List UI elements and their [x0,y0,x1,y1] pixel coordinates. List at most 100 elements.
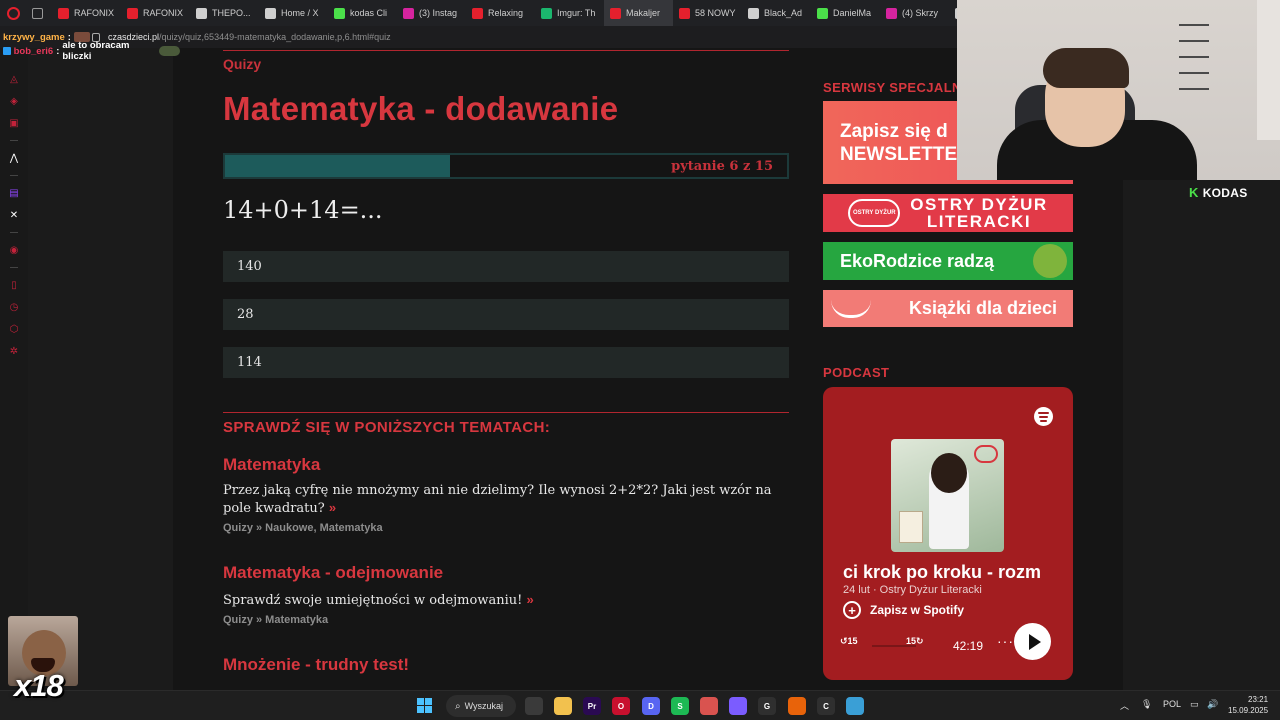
sidebar-divider [10,175,18,176]
read-more-arrow-icon[interactable]: » [329,500,336,515]
taskbar-app-explorer-icon[interactable] [554,697,572,715]
ostry-badge-text: OSTRY DYŻUR [852,210,896,216]
read-more-arrow-icon[interactable]: » [526,592,533,607]
chat-username: krzywy_game [3,31,65,43]
search-icon: ⌕ [455,700,461,712]
ekorodzice-banner[interactable]: EkoRodzice radzą [823,242,1073,280]
music-icon[interactable]: ▣ [9,118,19,129]
chat-emote-icon [159,46,180,56]
taskbar-app-discord-icon[interactable]: D [642,697,660,715]
bookmarks-icon[interactable]: ▯ [9,280,19,291]
cover-book [899,511,923,543]
network-icon[interactable]: ▭ [1190,699,1199,710]
taskbar-app-premiere-icon[interactable]: Pr [583,697,601,715]
tab-favicon-icon [196,7,207,19]
breadcrumb-quizy[interactable]: Quizy [223,56,261,72]
aria-icon[interactable]: ◬ [9,74,19,85]
ostry-banner-line: LITERACKI [926,212,1032,231]
browser-tab[interactable]: DanielMa [811,0,880,26]
spotify-logo-icon[interactable] [1034,407,1053,426]
browser-tab[interactable]: (4) Skrzy [880,0,949,26]
browser-tab[interactable]: Relaxing [466,0,535,26]
browser-tab[interactable]: kodas Cli [328,0,397,26]
taskbar-app-app-purple-icon[interactable] [729,697,747,715]
more-options-icon[interactable]: ··· [997,633,1014,649]
browser-tab[interactable]: Black_Ad [742,0,811,26]
microphone-icon[interactable]: 🎙 [1141,699,1152,710]
browser-tab[interactable]: Home / X [259,0,328,26]
channel-name: KODAS [1202,185,1248,200]
browser-tab[interactable]: Imgur: Th [535,0,604,26]
volume-icon[interactable]: 🔊 [1207,699,1218,710]
kick-icon[interactable]: ⋀ [9,153,19,164]
ostry-dyzur-banner[interactable]: OSTRY DYŻUR OSTRY DYŻUR LITERACKI [823,194,1073,232]
related-title-matematyka[interactable]: Matematyka [223,455,320,475]
settings-gear-icon[interactable]: ✲ [9,346,19,357]
newsletter-banner-line: Zapisz się d [840,120,948,142]
related-meta[interactable]: Quizy » Matematyka [223,614,328,626]
cover-person-hair [931,453,967,493]
extensions-icon[interactable]: ⬡ [9,324,19,335]
browser-tab[interactable]: 58 NOWY [673,0,742,26]
related-title-odejmowanie[interactable]: Matematyka - odejmowanie [223,563,443,583]
divider-related [223,412,789,413]
taskbar-app-opera-icon[interactable]: O [612,697,630,715]
browser-tab[interactable]: Makaljer [604,0,673,26]
taskbar-app-app-g-icon[interactable]: G [758,697,776,715]
tab-favicon-icon [265,7,276,19]
answer-text: 28 [237,307,254,322]
tab-label: Black_Ad [764,8,803,18]
podcast-cover-image[interactable] [891,439,1004,552]
quiz-progress-label: pytanie 6 z 15 [671,159,773,174]
player-icon[interactable]: ◉ [9,245,19,256]
browser-tab[interactable]: (3) Instag [397,0,466,26]
taskbar-app-app-blue-icon[interactable] [846,697,864,715]
language-indicator[interactable]: POL [1163,699,1181,709]
sidebar-divider [10,267,18,268]
shelf-slat [1179,88,1209,90]
episode-duration: 42:19 [953,639,984,653]
shelf-slat [1179,40,1209,42]
save-to-spotify-button[interactable]: + Zapisz w Spotify [843,601,964,619]
browser-tab[interactable]: RAFONIX [121,0,190,26]
taskbar-app-app-orange-icon[interactable] [788,697,806,715]
taskbar-search[interactable]: ⌕ Wyszukaj [446,695,516,717]
related-meta[interactable]: Quizy » Naukowe, Matematyka [223,522,383,534]
browser-tab[interactable]: THEPO... [190,0,259,26]
taskbar-app-app-c-icon[interactable]: C [817,697,835,715]
windows-start-icon[interactable] [417,698,432,713]
taskbar-app-chrome-alt-icon[interactable] [700,697,718,715]
messenger-icon[interactable]: ◈ [9,96,19,107]
quiz-question: 14+0+14=... [223,196,383,224]
tray-chevron-icon[interactable]: ︿ [1120,699,1129,712]
skip-back-15-icon[interactable]: ↺15 [840,636,858,647]
taskbar-app-task-view-icon[interactable] [525,697,543,715]
podcast-heading: PODCAST [823,365,890,380]
play-button[interactable] [1014,623,1051,660]
cover-logo-icon [974,445,998,463]
plus-circle-icon: + [843,601,861,619]
x-twitter-icon[interactable]: ✕ [9,210,19,221]
chat-message-text: ale to obracam bliczki [62,40,130,62]
workspace-icon[interactable] [26,0,52,26]
history-icon[interactable]: ◷ [9,302,19,313]
answer-option-1[interactable]: 140 [223,251,789,282]
answer-option-2[interactable]: 28 [223,299,789,330]
ksiazki-banner[interactable]: Książki dla dzieci [823,290,1073,327]
taskbar-app-spotify-icon[interactable]: S [671,697,689,715]
page-right-margin [1123,180,1280,690]
related-title-mnozenie[interactable]: Mnożenie - trudny test! [223,655,409,675]
opera-logo-icon[interactable] [0,0,26,26]
tab-label: RAFONIX [74,8,115,18]
taskbar-clock[interactable]: 23:21 15.09.2025 [1228,694,1268,716]
browser-tab[interactable]: RAFONIX [52,0,121,26]
save-to-spotify-label: Zapisz w Spotify [870,603,965,617]
answer-option-3[interactable]: 114 [223,347,789,378]
skip-forward-15-icon[interactable]: 15↻ [906,636,924,647]
twitch-icon[interactable]: ▤ [9,188,19,199]
tab-favicon-icon [334,7,345,19]
episode-title[interactable]: ci krok po kroku - rozm [843,562,1055,583]
tab-favicon-icon [817,7,828,19]
quiz-progress-fill [225,155,450,177]
tab-label: (4) Skrzy [902,8,938,18]
